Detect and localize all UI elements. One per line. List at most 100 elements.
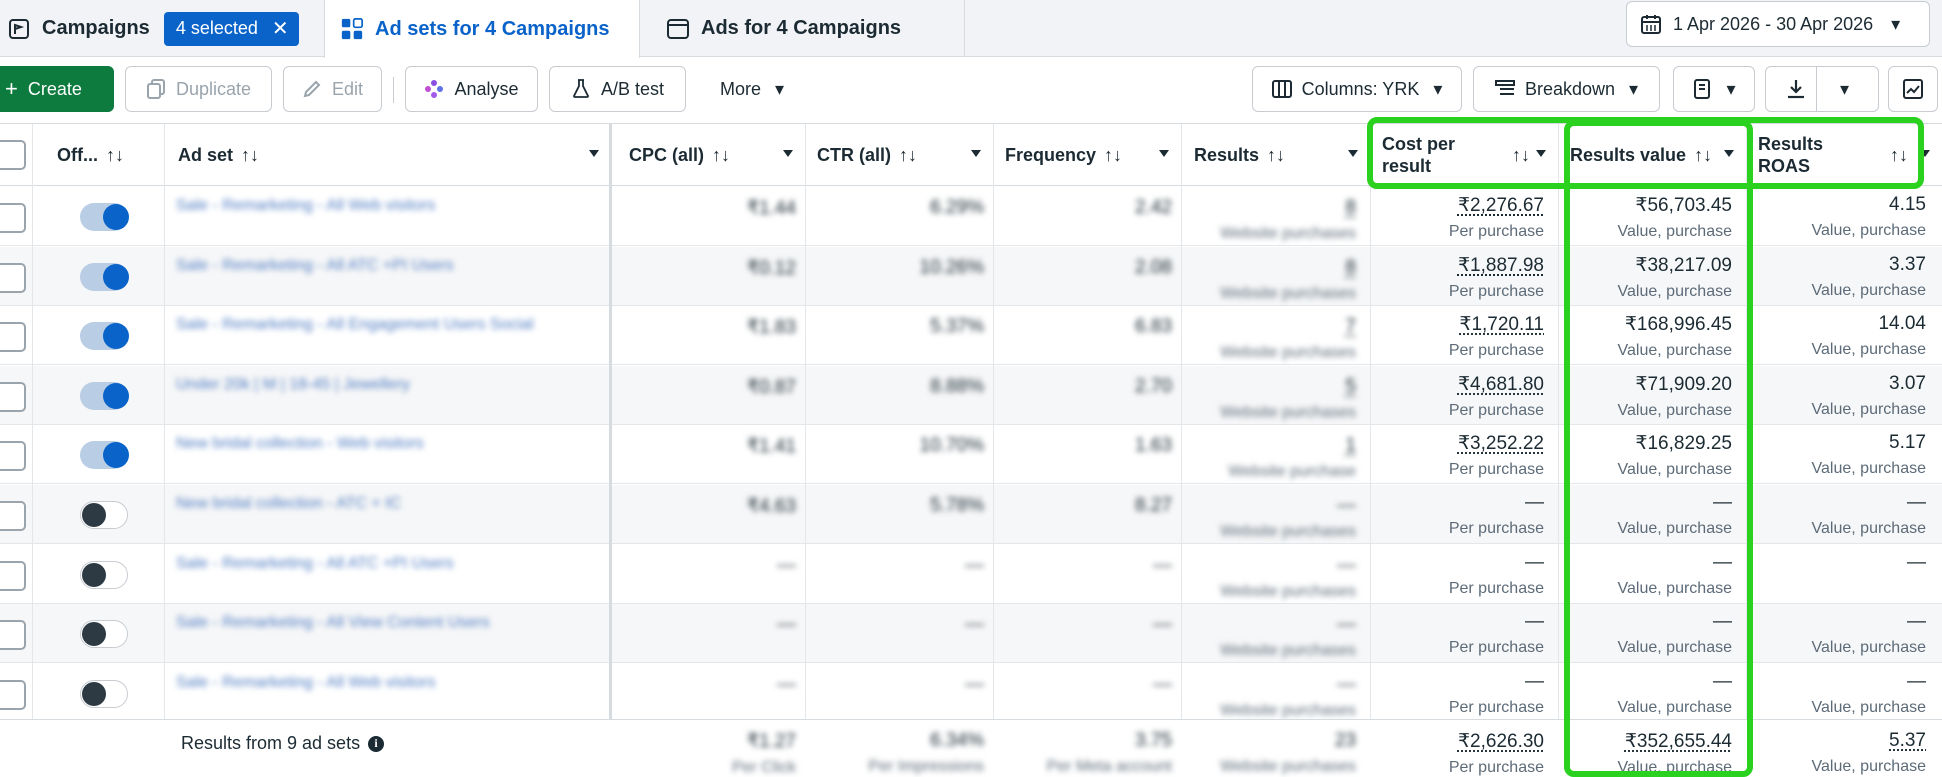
clear-selection-icon[interactable]: ✕ xyxy=(272,16,289,41)
column-menu-icon[interactable] xyxy=(1920,150,1930,157)
ad-set-name-link[interactable]: Sale - Remarketing - All View Content Us… xyxy=(176,614,490,632)
tab-campaigns[interactable]: Campaigns 4 selected ✕ xyxy=(0,0,318,57)
row-checkbox[interactable] xyxy=(0,561,26,591)
ad-set-name-link[interactable]: Under 20k | M | 18-45 | Jewellery xyxy=(176,376,410,394)
row-checkbox[interactable] xyxy=(0,263,26,293)
table-row[interactable]: Sale - Remarketing - All Engagement User… xyxy=(0,306,1942,365)
selected-badge[interactable]: 4 selected ✕ xyxy=(163,11,299,46)
tab-ads[interactable]: Ads for 4 Campaigns xyxy=(647,0,965,57)
ad-set-toggle[interactable] xyxy=(80,441,129,469)
ad-set-name-link[interactable]: Sale - Remarketing - All Web visitors xyxy=(176,674,435,692)
cell-value[interactable]: ₹2,276.67 xyxy=(1380,194,1544,217)
column-menu-icon[interactable] xyxy=(971,150,981,157)
ad-set-name-link[interactable]: Sale - Remarketing - All ATC +PI Users xyxy=(176,257,454,275)
ad-set-toggle[interactable] xyxy=(80,620,128,648)
duplicate-button[interactable]: Duplicate xyxy=(125,66,272,112)
cell-value[interactable]: ₹1,720.11 xyxy=(1380,313,1544,336)
select-all-checkbox[interactable] xyxy=(0,140,26,170)
cell-value[interactable]: 8 xyxy=(1220,197,1356,219)
summary-value[interactable]: ₹352,655.44 xyxy=(1568,730,1732,753)
export-button[interactable]: ▾ xyxy=(1765,66,1879,112)
cell-value[interactable]: 5 xyxy=(1220,376,1356,398)
row-checkbox[interactable] xyxy=(0,680,26,710)
cell-value[interactable]: — xyxy=(1380,552,1544,574)
table-row[interactable]: Sale - Remarketing - All ATC +PI Users — —… xyxy=(0,545,1942,604)
summary-value[interactable]: 5.37 xyxy=(1756,730,1926,752)
column-menu-icon[interactable] xyxy=(783,150,793,157)
summary-value[interactable]: ₹2,626.30 xyxy=(1380,730,1544,753)
table-row[interactable]: Sale - Remarketing - All ATC +PI Users ₹0… xyxy=(0,247,1942,306)
cell-value[interactable]: ₹3,252.22 xyxy=(1380,432,1544,455)
cell-value[interactable]: 8 xyxy=(1220,257,1356,279)
ad-set-name-link[interactable]: Sale - Remarketing - All ATC +PI Users xyxy=(176,555,454,573)
cell-value[interactable]: — xyxy=(1220,674,1356,696)
ad-set-toggle[interactable] xyxy=(80,382,129,410)
column-off-on[interactable]: Off... ↑↓ xyxy=(45,124,163,186)
column-ad-set[interactable]: Ad set ↑↓ xyxy=(166,124,611,186)
column-frequency[interactable]: Frequency ↑↓ xyxy=(993,124,1181,186)
sort-icon[interactable]: ↑↓ xyxy=(1104,145,1122,166)
column-menu-icon[interactable] xyxy=(1348,150,1358,157)
ad-set-toggle[interactable] xyxy=(80,680,128,708)
sort-icon[interactable]: ↑↓ xyxy=(106,145,124,166)
chevron-down-icon[interactable]: ▾ xyxy=(1840,79,1849,100)
ad-set-name-link[interactable]: Sale - Remarketing - All Engagement User… xyxy=(176,316,534,334)
column-menu-icon[interactable] xyxy=(589,150,599,157)
ad-set-name-link[interactable]: Sale - Remarketing - All Web visitors xyxy=(176,197,435,215)
cell-value[interactable]: — xyxy=(1380,671,1544,693)
ab-test-button[interactable]: A/B test xyxy=(549,66,686,112)
column-menu-icon[interactable] xyxy=(1159,150,1169,157)
column-ctr[interactable]: CTR (all) ↑↓ xyxy=(805,124,993,186)
cell-value[interactable]: ₹4,681.80 xyxy=(1380,373,1544,396)
cell-value[interactable]: 7 xyxy=(1220,316,1356,338)
cell-value[interactable]: 1 xyxy=(1220,435,1356,457)
sort-icon[interactable]: ↑↓ xyxy=(1694,145,1712,166)
ad-set-name-link[interactable]: New bridal collection - ATC + IC xyxy=(176,495,401,513)
create-button[interactable]: + Create xyxy=(0,66,114,112)
ad-set-toggle[interactable] xyxy=(80,561,128,589)
row-checkbox[interactable] xyxy=(0,322,26,352)
chart-button[interactable] xyxy=(1888,66,1938,112)
breakdown-button[interactable]: Breakdown ▾ xyxy=(1473,66,1660,112)
ad-set-toggle[interactable] xyxy=(80,322,129,350)
row-checkbox[interactable] xyxy=(0,382,26,412)
date-range-picker[interactable]: 1 Apr 2026 - 30 Apr 2026 ▾ xyxy=(1626,1,1930,47)
ad-set-toggle[interactable] xyxy=(80,263,129,291)
cell-value[interactable]: — xyxy=(1220,495,1356,517)
table-row[interactable]: Under 20k | M | 18-45 | Jewellery ₹0.87 8.… xyxy=(0,366,1942,425)
edit-button[interactable]: Edit xyxy=(283,66,382,112)
sort-icon[interactable]: ↑↓ xyxy=(241,145,259,166)
table-row[interactable]: Sale - Remarketing - All Web visitors — — —… xyxy=(0,664,1942,723)
column-results-roas[interactable]: Results ROAS ↑↓ xyxy=(1746,124,1942,186)
ad-set-toggle[interactable] xyxy=(80,501,128,529)
sort-icon[interactable]: ↑↓ xyxy=(1267,145,1285,166)
tab-ad-sets[interactable]: Ad sets for 4 Campaigns xyxy=(324,0,640,58)
reports-button[interactable]: ▾ xyxy=(1673,66,1755,112)
more-button[interactable]: More ▾ xyxy=(702,66,802,112)
table-row[interactable]: New bridal collection - ATC + IC ₹4.63 5.7… xyxy=(0,485,1942,544)
table-row[interactable]: Sale - Remarketing - All View Content Us… xyxy=(0,604,1942,663)
cell-value[interactable]: — xyxy=(1220,555,1356,577)
columns-button[interactable]: Columns: YRK ▾ xyxy=(1252,66,1462,112)
column-results-value[interactable]: Results value ↑↓ xyxy=(1558,124,1746,186)
ad-set-name-link[interactable]: New bridal collection - Web visitors xyxy=(176,435,424,453)
sort-icon[interactable]: ↑↓ xyxy=(899,145,917,166)
column-menu-icon[interactable] xyxy=(1724,150,1734,157)
row-checkbox[interactable] xyxy=(0,203,26,233)
cell-value[interactable]: — xyxy=(1220,614,1356,636)
sort-icon[interactable]: ↑↓ xyxy=(712,145,730,166)
row-checkbox[interactable] xyxy=(0,620,26,650)
column-menu-icon[interactable] xyxy=(1536,150,1546,157)
sort-icon[interactable]: ↑↓ xyxy=(1890,144,1908,166)
analyse-button[interactable]: Analyse xyxy=(405,66,538,112)
info-icon[interactable]: i xyxy=(368,735,385,752)
table-row[interactable]: Sale - Remarketing - All Web visitors ₹1.… xyxy=(0,187,1942,246)
sort-icon[interactable]: ↑↓ xyxy=(1512,144,1530,166)
column-cpc[interactable]: CPC (all) ↑↓ xyxy=(617,124,805,186)
cell-value[interactable]: — xyxy=(1380,492,1544,514)
cell-value[interactable]: ₹1,887.98 xyxy=(1380,254,1544,277)
column-cost-per-result[interactable]: Cost per result ↑↓ xyxy=(1370,124,1558,186)
row-checkbox[interactable] xyxy=(0,501,26,531)
row-checkbox[interactable] xyxy=(0,441,26,471)
table-row[interactable]: New bridal collection - Web visitors ₹1.4… xyxy=(0,425,1942,484)
